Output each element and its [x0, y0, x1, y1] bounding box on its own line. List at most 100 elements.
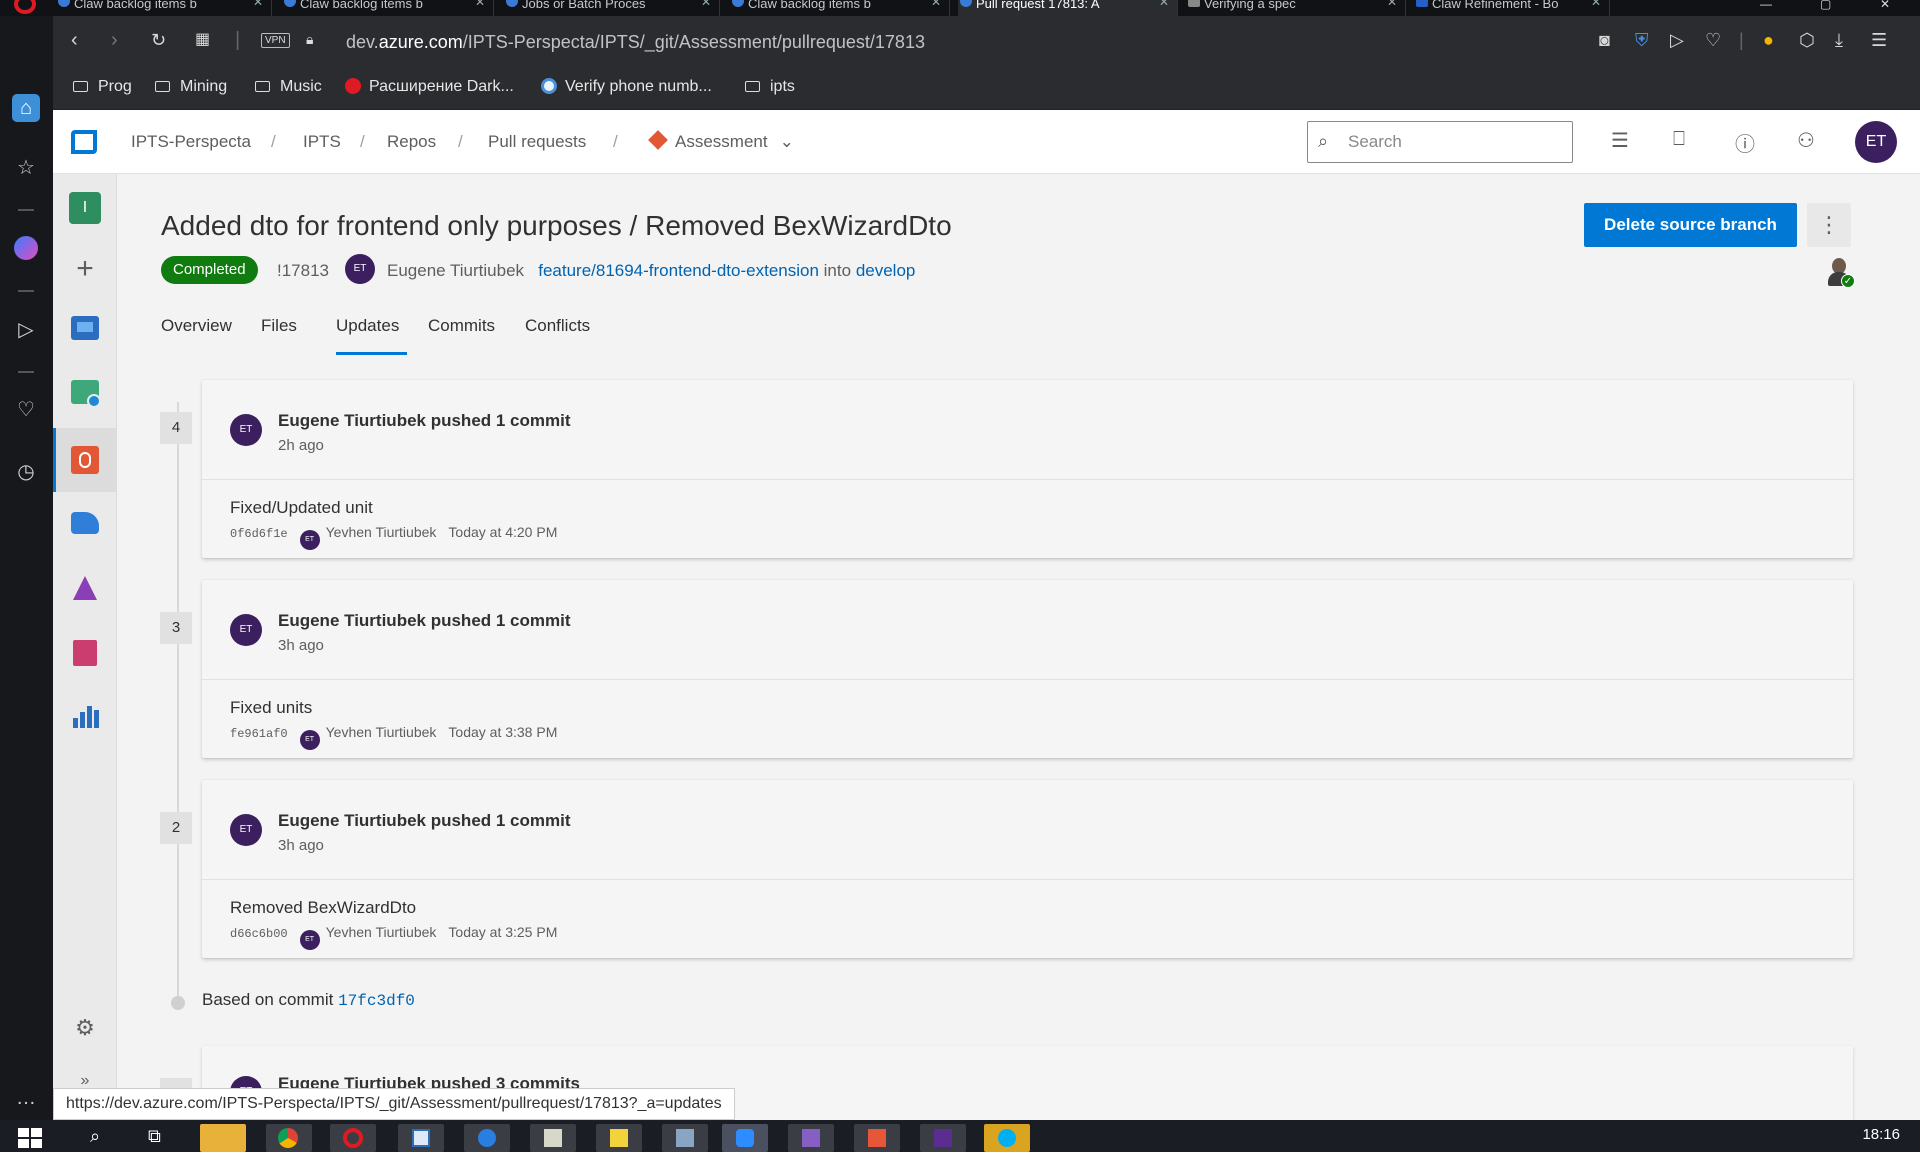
browser-tab[interactable]: Verifying a spec ✕: [1186, 0, 1406, 16]
shield-icon[interactable]: ⛨: [1635, 30, 1649, 51]
commit-sha-link[interactable]: fe961af0: [230, 727, 288, 741]
commit-sha-link[interactable]: d66c6b00: [230, 927, 288, 941]
taskbar-search-icon[interactable]: ⌕: [90, 1126, 100, 1147]
close-icon[interactable]: ✕: [1159, 0, 1169, 8]
add-icon[interactable]: +: [69, 254, 101, 286]
lock-icon[interactable]: 🔒︎: [306, 31, 313, 48]
close-icon[interactable]: ✕: [931, 0, 941, 8]
committer-avatar[interactable]: ET: [299, 930, 320, 950]
lightbulb-icon[interactable]: ●: [1763, 30, 1774, 51]
visual-studio-icon[interactable]: [788, 1124, 834, 1152]
opera-taskbar-icon[interactable]: [330, 1124, 376, 1152]
bookmark-mining[interactable]: Mining: [155, 78, 227, 96]
committer-avatar[interactable]: ET: [299, 530, 320, 550]
commit-message[interactable]: Fixed/Updated unit: [230, 498, 373, 518]
commit-message[interactable]: Removed BexWizardDto: [230, 898, 416, 918]
tab-files[interactable]: Files: [261, 316, 297, 336]
browser-tab[interactable]: Claw backlog items b ✕: [56, 0, 272, 16]
more-actions-icon[interactable]: ⋮: [1807, 203, 1851, 247]
browser-tab-active[interactable]: Pull request 17813: A ✕: [958, 0, 1178, 16]
url-field[interactable]: dev.azure.com/IPTS-Perspecta/IPTS/_git/A…: [346, 32, 925, 53]
project-settings-gear-icon[interactable]: ⚙: [69, 1012, 101, 1044]
send-icon[interactable]: ▷: [1670, 30, 1684, 51]
breadcrumb-repo-selector[interactable]: Assessment ⌄: [648, 130, 794, 152]
commit-message[interactable]: Fixed units: [230, 698, 312, 718]
home-icon[interactable]: ⌂: [12, 94, 40, 122]
repos-icon[interactable]: [69, 444, 101, 476]
close-icon[interactable]: ✕: [1387, 0, 1397, 8]
bookmark-dark-extension[interactable]: Расширение Dark...: [345, 78, 514, 96]
browser-tab[interactable]: Claw backlog items b ✕: [282, 0, 494, 16]
app-icon[interactable]: [464, 1124, 510, 1152]
bookmark-verify-phone[interactable]: Verify phone numb...: [541, 78, 712, 96]
more-icon[interactable]: …: [12, 1084, 40, 1112]
bookmarks-star-icon[interactable]: ☆: [12, 154, 40, 182]
delete-source-branch-button[interactable]: Delete source branch: [1584, 203, 1797, 247]
commit-sha-link[interactable]: 0f6d6f1e: [230, 527, 288, 541]
breadcrumb-project[interactable]: IPTS: [303, 132, 341, 152]
file-explorer-icon[interactable]: [200, 1124, 246, 1152]
menu-icon[interactable]: ☰: [1871, 30, 1887, 51]
overview-icon[interactable]: [69, 312, 101, 344]
tab-updates[interactable]: Updates: [336, 316, 399, 336]
pusher-avatar[interactable]: ET: [230, 614, 262, 646]
browser-tab[interactable]: Claw Refinement - Bo ✕: [1414, 0, 1610, 16]
tab-conflicts[interactable]: Conflicts: [525, 316, 590, 336]
marketplace-bag-icon[interactable]: ⎕: [1673, 128, 1685, 151]
minimize-icon[interactable]: —: [1760, 0, 1772, 11]
app-icon[interactable]: [854, 1124, 900, 1152]
player-icon[interactable]: ▷: [12, 316, 40, 344]
windows-start-icon[interactable]: [18, 1128, 42, 1148]
author-avatar[interactable]: ET: [345, 254, 375, 284]
bookmark-prog[interactable]: Prog: [73, 78, 132, 96]
terminal-icon[interactable]: [920, 1124, 966, 1152]
close-icon[interactable]: ✕: [701, 0, 711, 8]
skype-icon[interactable]: [984, 1124, 1030, 1152]
project-icon[interactable]: I: [69, 192, 101, 224]
close-icon[interactable]: ✕: [253, 0, 263, 8]
help-icon[interactable]: ⓘ: [1735, 128, 1755, 157]
committer-avatar[interactable]: ET: [299, 730, 320, 750]
pusher-avatar[interactable]: ET: [230, 814, 262, 846]
app-icon[interactable]: [662, 1124, 708, 1152]
history-clock-icon[interactable]: ◷: [12, 458, 40, 486]
azure-devops-logo-icon[interactable]: [71, 130, 97, 154]
pipelines-icon[interactable]: [69, 508, 101, 540]
boards-icon[interactable]: [69, 378, 101, 410]
tab-grid-icon[interactable]: ▦: [195, 28, 210, 52]
breadcrumb-repos[interactable]: Repos: [387, 132, 436, 152]
tab-commits[interactable]: Commits: [428, 316, 495, 336]
browser-tab[interactable]: Jobs or Batch Proces ✕: [504, 0, 720, 16]
target-branch-link[interactable]: develop: [856, 261, 916, 280]
close-window-icon[interactable]: ✕: [1880, 0, 1890, 11]
search-input[interactable]: [1348, 132, 1558, 152]
cube-icon[interactable]: ⬡: [1799, 30, 1815, 51]
browser-tab[interactable]: Claw backlog items b ✕: [730, 0, 950, 16]
sticky-notes-icon[interactable]: [596, 1124, 642, 1152]
heart-icon[interactable]: ♡: [12, 396, 40, 424]
outlook-icon[interactable]: [398, 1124, 444, 1152]
download-icon[interactable]: ⤓: [1835, 30, 1843, 51]
artifacts-icon[interactable]: [69, 636, 101, 668]
zoom-icon[interactable]: [722, 1124, 768, 1152]
chrome-icon[interactable]: [266, 1124, 312, 1152]
source-branch-link[interactable]: feature/81694-frontend-dto-extension: [538, 261, 819, 280]
base-commit-link[interactable]: 17fc3df0: [338, 992, 415, 1010]
close-icon[interactable]: ✕: [475, 0, 485, 8]
camera-icon[interactable]: ◙: [1599, 30, 1610, 51]
vpn-badge[interactable]: VPN: [261, 33, 290, 48]
analytics-chart-icon[interactable]: [69, 700, 101, 732]
notepad-icon[interactable]: [530, 1124, 576, 1152]
task-view-icon[interactable]: ⧉: [148, 1126, 161, 1147]
messenger-icon[interactable]: [12, 236, 40, 264]
search-box[interactable]: ⌕: [1307, 121, 1573, 163]
user-avatar[interactable]: ET: [1855, 121, 1897, 163]
breadcrumb-organization[interactable]: IPTS-Perspecta: [131, 132, 251, 152]
pusher-avatar[interactable]: ET: [230, 414, 262, 446]
bookmark-music[interactable]: Music: [255, 78, 322, 96]
maximize-icon[interactable]: ▢: [1820, 0, 1831, 11]
test-plans-flask-icon[interactable]: [69, 572, 101, 604]
forward-icon[interactable]: ›: [111, 28, 118, 52]
back-icon[interactable]: ‹: [71, 28, 78, 52]
reload-icon[interactable]: ↻: [151, 28, 166, 52]
